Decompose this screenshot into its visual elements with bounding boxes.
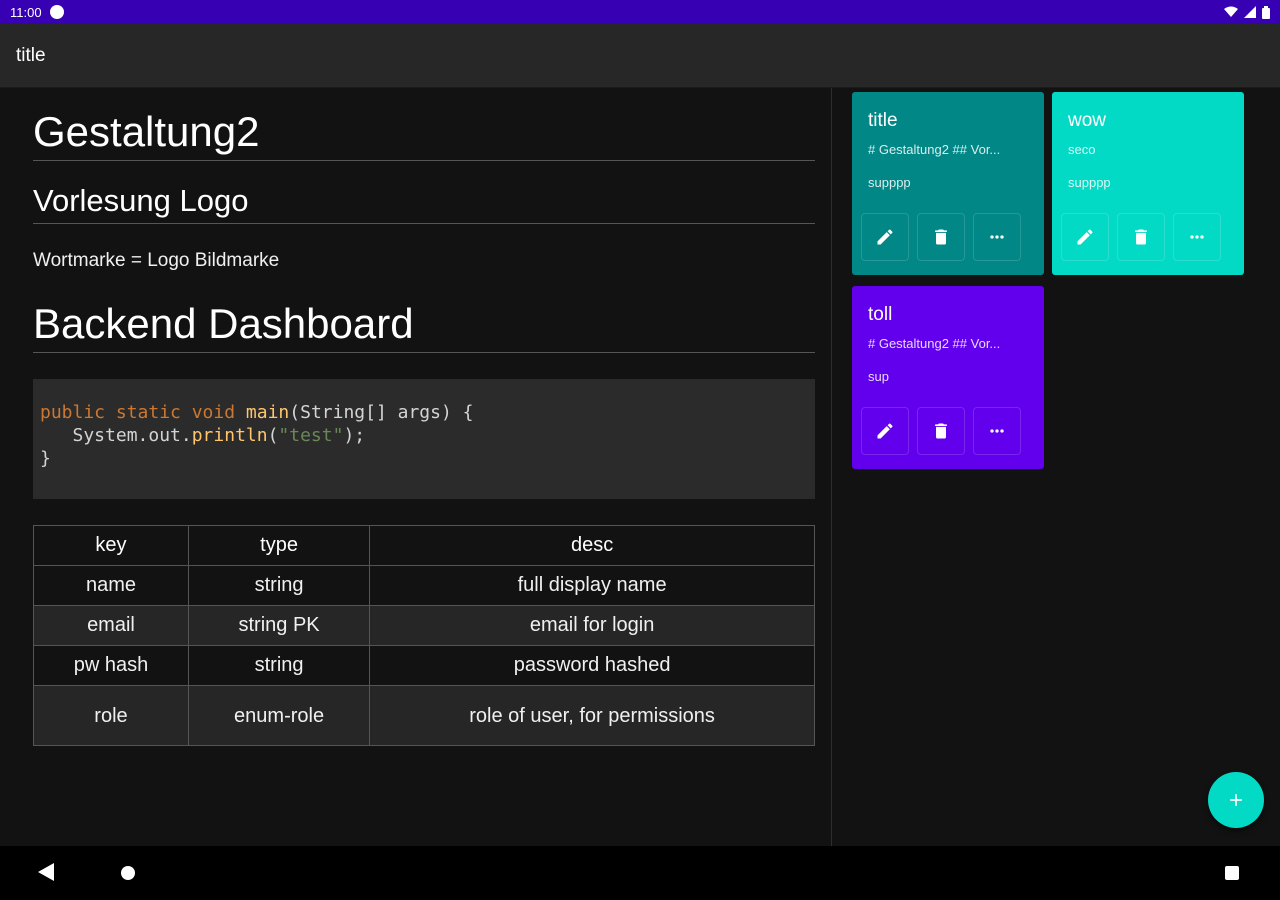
table-cell: enum-role (187, 685, 371, 746)
more-horizontal-icon (990, 429, 1004, 433)
note-card-toll[interactable]: toll # Gestaltung2 ## Vor... sup (852, 286, 1044, 469)
edit-button[interactable] (861, 213, 909, 261)
table-header: type (187, 525, 371, 566)
wifi-icon (1224, 6, 1238, 17)
table-row: email string PK email for login (33, 605, 815, 646)
card-title: toll (868, 304, 893, 325)
edit-button[interactable] (1061, 213, 1109, 261)
code-paren-open: ( (267, 425, 279, 446)
note-card-title[interactable]: title # Gestaltung2 ## Vor... supppp (852, 92, 1044, 275)
app-notification-icon (49, 5, 64, 19)
markdown-document: Gestaltung2 Vorlesung Logo Wortmarke = L… (33, 106, 815, 746)
table-row: role enum-role role of user, for permiss… (33, 685, 815, 746)
battery-icon (1262, 5, 1270, 19)
pencil-icon (877, 229, 893, 245)
table-cell: email (33, 605, 189, 646)
code-closing-brace: } (40, 448, 51, 469)
table-cell: password hashed (369, 645, 815, 686)
trash-icon (935, 229, 947, 245)
card-actions (861, 407, 1021, 455)
app-bar: title (0, 24, 1280, 88)
card-subtitle: supppp (1068, 175, 1111, 190)
edit-button[interactable] (861, 407, 909, 455)
heading-1-backend: Backend Dashboard (33, 298, 815, 353)
table-row: name string full display name (33, 565, 815, 606)
code-keywords: public static void (40, 402, 246, 423)
code-paren-close: ); (343, 425, 366, 446)
table-cell: role of user, for permissions (369, 685, 815, 746)
back-icon[interactable] (38, 863, 54, 881)
more-button[interactable] (973, 213, 1021, 261)
recent-apps-icon[interactable] (1225, 866, 1239, 880)
card-actions (1061, 213, 1221, 261)
table-row: pw hash string password hashed (33, 645, 815, 686)
table-cell: string (187, 645, 371, 686)
card-subtitle: sup (868, 369, 889, 384)
signal-icon (1244, 6, 1256, 18)
status-time: 11:00 (10, 4, 42, 20)
paragraph: Wortmarke = Logo Bildmarke (33, 250, 280, 271)
delete-button[interactable] (917, 213, 965, 261)
note-card-wow[interactable]: wow seco supppp (1052, 92, 1244, 275)
code-function-println: println (191, 425, 268, 446)
card-subtitle: supppp (868, 175, 911, 190)
plus-icon (1230, 794, 1242, 806)
trash-icon (1135, 229, 1147, 245)
status-bar: 11:00 (0, 0, 1280, 24)
table-cell: name (33, 565, 189, 606)
card-preview: seco (1068, 142, 1096, 157)
delete-button[interactable] (1117, 213, 1165, 261)
more-horizontal-icon (990, 235, 1004, 239)
more-button[interactable] (973, 407, 1021, 455)
card-preview: # Gestaltung2 ## Vor... (868, 142, 1001, 157)
home-icon[interactable] (121, 866, 135, 880)
pane-divider (831, 88, 832, 846)
schema-table: key type desc name string full display n… (33, 525, 815, 746)
table-cell: full display name (369, 565, 815, 606)
note-preview-pane[interactable]: Gestaltung2 Vorlesung Logo Wortmarke = L… (0, 88, 832, 846)
card-title: wow (1068, 110, 1107, 131)
code-string: "test" (278, 425, 344, 446)
heading-1: Gestaltung2 (33, 106, 815, 161)
table-cell: pw hash (33, 645, 189, 686)
table-cell: role (33, 685, 189, 746)
card-title: title (868, 110, 898, 131)
table-cell: string PK (187, 605, 371, 646)
table-header: key (33, 525, 189, 566)
system-nav-bar (0, 846, 1280, 900)
heading-2: Vorlesung Logo (33, 181, 815, 224)
app-bar-title: title (16, 44, 46, 66)
card-preview: # Gestaltung2 ## Vor... (868, 336, 1001, 351)
table-header-row: key type desc (33, 525, 815, 566)
code-call-prefix: System.out. (40, 425, 192, 446)
more-button[interactable] (1173, 213, 1221, 261)
code-block: public static void main(String[] args) {… (33, 379, 815, 499)
pencil-icon (1077, 229, 1093, 245)
more-horizontal-icon (1190, 235, 1204, 239)
card-actions (861, 213, 1021, 261)
add-note-fab[interactable] (1208, 772, 1264, 828)
code-function-main: main (245, 402, 290, 423)
trash-icon (935, 423, 947, 439)
table-header: desc (369, 525, 815, 566)
code-signature: (String[] args) { (289, 402, 474, 423)
delete-button[interactable] (917, 407, 965, 455)
pencil-icon (877, 423, 893, 439)
table-cell: email for login (369, 605, 815, 646)
table-cell: string (187, 565, 371, 606)
